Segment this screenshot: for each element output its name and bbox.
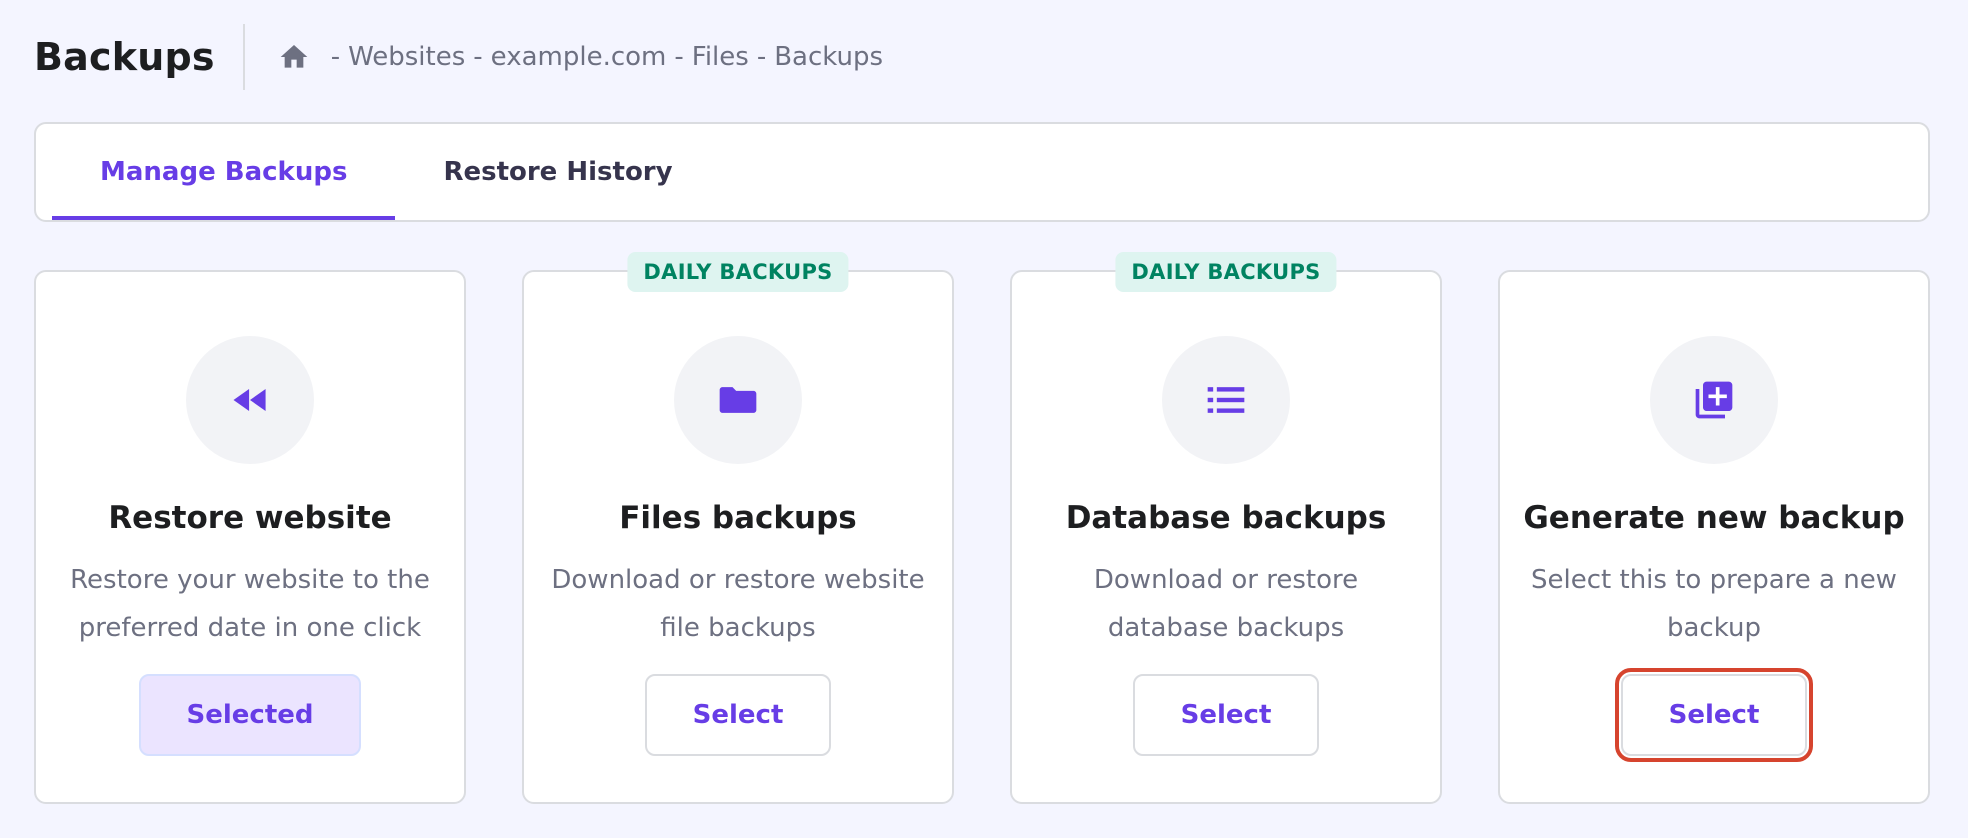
- card-description: Restore your website to the preferred da…: [70, 565, 430, 643]
- daily-backups-badge: DAILY BACKUPS: [1115, 252, 1337, 292]
- card-title: Database backups: [1065, 500, 1387, 536]
- breadcrumb-item-domain[interactable]: example.com: [491, 42, 667, 72]
- add-library-icon: [1695, 381, 1733, 419]
- icon-circle: [1650, 336, 1778, 464]
- breadcrumb-separator: -: [473, 42, 483, 72]
- card-restore-website: Restore website Restore your website to …: [34, 270, 466, 804]
- breadcrumb-separator: -: [756, 42, 767, 72]
- folder-icon: [719, 387, 757, 413]
- card-generate-new-backup: Generate new backup Select this to prepa…: [1498, 270, 1930, 804]
- files-backups-select-button[interactable]: Select: [645, 674, 831, 756]
- icon-circle: [674, 336, 802, 464]
- backup-options: Restore website Restore your website to …: [34, 252, 1930, 804]
- page-title: Backups: [34, 35, 215, 79]
- breadcrumb-item-backups: Backups: [774, 42, 884, 72]
- card-title: Restore website: [108, 500, 392, 536]
- backups-page: Backups - Websites - example.com - Files…: [0, 0, 1968, 838]
- rewind-icon: [233, 389, 266, 411]
- breadcrumb-item-websites[interactable]: Websites: [348, 42, 465, 72]
- icon-circle: [1162, 336, 1290, 464]
- breadcrumb-separator: -: [674, 42, 684, 72]
- card-title: Files backups: [619, 500, 857, 536]
- card-database-backups: DAILY BACKUPS Database backups Download …: [1010, 252, 1442, 804]
- page-header: Backups - Websites - example.com - Files…: [34, 24, 883, 90]
- card-title: Generate new backup: [1523, 500, 1905, 536]
- card-description: Download or restore website file backups: [551, 565, 925, 643]
- tab-restore-history[interactable]: Restore History: [395, 124, 720, 220]
- header-divider: [242, 24, 245, 90]
- database-backups-select-button[interactable]: Select: [1133, 674, 1319, 756]
- home-icon[interactable]: [277, 41, 311, 73]
- card-description: Select this to prepare a new backup: [1531, 565, 1897, 643]
- generate-new-backup-select-button[interactable]: Select: [1615, 668, 1813, 762]
- list-icon: [1207, 387, 1245, 413]
- breadcrumb: - Websites - example.com - Files - Backu…: [277, 41, 883, 73]
- card-files-backups: DAILY BACKUPS Files backups Download or …: [522, 252, 954, 804]
- icon-circle: [186, 336, 314, 464]
- breadcrumb-separator: -: [330, 42, 341, 72]
- tab-bar: Manage Backups Restore History: [34, 122, 1930, 222]
- breadcrumb-item-files[interactable]: Files: [692, 42, 749, 72]
- card-description: Download or restore database backups: [1093, 565, 1359, 643]
- tab-manage-backups[interactable]: Manage Backups: [52, 124, 396, 220]
- daily-backups-badge: DAILY BACKUPS: [627, 252, 849, 292]
- restore-website-selected-button[interactable]: Selected: [139, 674, 361, 756]
